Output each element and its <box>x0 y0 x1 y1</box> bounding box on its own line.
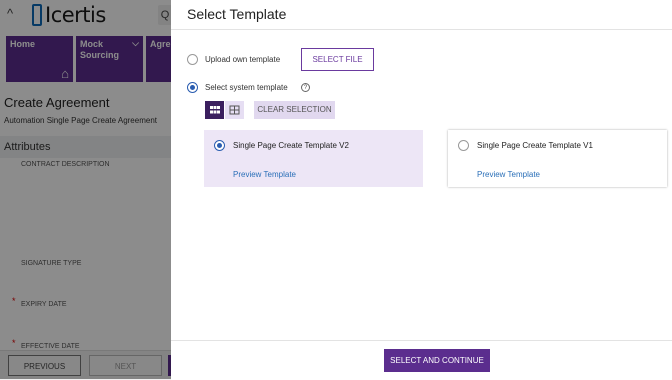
preview-template-link[interactable]: Preview Template <box>477 170 540 179</box>
list-view-button[interactable] <box>225 101 244 119</box>
select-file-button[interactable]: SELECT FILE <box>301 48 374 71</box>
system-template-radio[interactable] <box>187 82 198 93</box>
template-name: Single Page Create Template V2 <box>233 141 349 150</box>
template-radio[interactable] <box>458 140 469 151</box>
preview-template-link[interactable]: Preview Template <box>233 170 296 179</box>
divider <box>171 340 672 341</box>
select-template-modal: Select Template Upload own template SELE… <box>171 0 672 379</box>
template-name: Single Page Create Template V1 <box>477 141 593 150</box>
template-card[interactable]: Single Page Create Template V1 Preview T… <box>448 130 667 187</box>
modal-title: Select Template <box>187 6 287 22</box>
system-template-label: Select system template <box>205 83 288 92</box>
template-radio[interactable] <box>214 140 225 151</box>
clear-selection-button[interactable]: CLEAR SELECTION <box>254 101 335 119</box>
table-icon <box>229 105 240 115</box>
select-and-continue-button[interactable]: SELECT AND CONTINUE <box>384 349 490 372</box>
help-icon[interactable]: ? <box>301 83 310 92</box>
upload-template-label: Upload own template <box>205 55 281 64</box>
grid-icon <box>210 106 220 114</box>
modal-backdrop[interactable] <box>0 0 171 379</box>
grid-view-button[interactable] <box>205 101 224 119</box>
template-card[interactable]: Single Page Create Template V2 Preview T… <box>204 130 423 187</box>
upload-template-radio[interactable] <box>187 54 198 65</box>
divider <box>171 29 672 30</box>
